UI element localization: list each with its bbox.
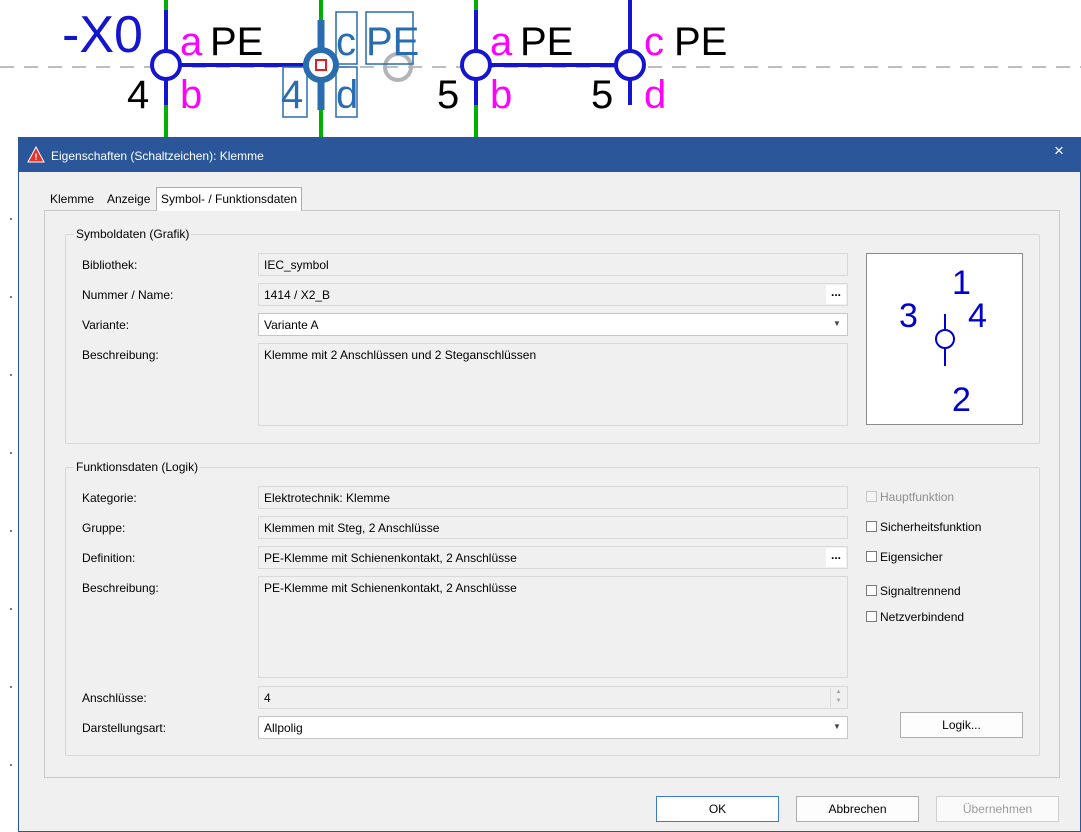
checkbox-label: Hauptfunktion (880, 490, 955, 504)
symbol-data-group: Symboldaten (Grafik) Bibliothek: IEC_sym… (65, 227, 1040, 444)
representation-select[interactable]: Allpolig ▼ (258, 716, 848, 739)
pin-label: 2 (952, 381, 971, 419)
strip-label: -X0 (62, 6, 143, 64)
pin-label: 4 (968, 297, 987, 335)
representation-label: Darstellungsart: (82, 721, 167, 735)
schematic-canvas[interactable]: -X0 4 4 5 5 a b c d a b c d PE PE PE PE (0, 0, 1081, 140)
definition-value: PE-Klemme mit Schienenkontakt, 2 Anschlü… (264, 551, 517, 565)
close-icon: × (1054, 141, 1064, 160)
group-title: Funktionsdaten (Logik) (74, 460, 201, 474)
connection-letter: a (180, 20, 203, 64)
connection-letter: d (644, 73, 666, 117)
checkbox-label: Netzverbindend (880, 610, 965, 624)
pin-label: 3 (899, 297, 918, 335)
pe-label: PE (520, 20, 573, 64)
terminal-circle (460, 49, 492, 81)
network-connecting-checkbox[interactable]: Netzverbindend (866, 610, 964, 626)
safety-function-checkbox[interactable]: Sicherheitsfunktion (866, 520, 981, 536)
app-warning-icon: ! (27, 146, 45, 163)
chevron-down-icon: ▼ (833, 319, 841, 328)
terminal-number: 5 (437, 73, 459, 117)
category-field: Elektrotechnik: Klemme (258, 486, 848, 509)
logic-button[interactable]: Logik... (900, 712, 1023, 738)
terminal-number: 5 (591, 73, 613, 117)
connection-letter: b (490, 73, 512, 117)
properties-dialog: ! Eigenschaften (Schaltzeichen): Klemme … (18, 137, 1081, 832)
connections-spinner: ▲ ▼ (830, 688, 846, 707)
function-description-label: Beschreibung: (82, 581, 159, 595)
symbol-description-label: Beschreibung: (82, 348, 159, 362)
terminal-number: 4 (127, 73, 149, 117)
connection-letter: a (490, 20, 513, 64)
checkbox-box[interactable] (866, 551, 877, 562)
symbol-description-field: Klemme mit 2 Anschlüssen und 2 Stegansch… (258, 343, 848, 426)
variant-label: Variante: (82, 318, 130, 332)
connections-spinbox: 4 ▲ ▼ (258, 686, 848, 709)
terminal-number: 4 (281, 73, 303, 117)
tab-symbol-function-data[interactable]: Symbol- / Funktionsdaten (156, 187, 303, 211)
pe-label: PE (210, 20, 263, 64)
ok-button[interactable]: OK (656, 796, 779, 822)
main-function-checkbox: Hauptfunktion (866, 490, 954, 506)
variant-value: Variante A (264, 318, 319, 332)
definition-field: PE-Klemme mit Schienenkontakt, 2 Anschlü… (258, 546, 848, 569)
intrinsically-safe-checkbox[interactable]: Eigensicher (866, 550, 943, 566)
pe-label: PE (674, 20, 727, 64)
definition-label: Definition: (82, 551, 136, 565)
group-label: Gruppe: (82, 521, 126, 535)
representation-value: Allpolig (264, 721, 303, 735)
signal-isolating-checkbox[interactable]: Signaltrennend (866, 584, 961, 600)
terminal-circle (150, 49, 182, 81)
terminal-circle (614, 49, 646, 81)
checkbox-box[interactable] (866, 521, 877, 532)
function-description-field: PE-Klemme mit Schienenkontakt, 2 Anschlü… (258, 576, 848, 678)
apply-button[interactable]: Übernehmen (936, 796, 1059, 822)
schematic-drawing: -X0 4 4 5 5 a b c d a b c d PE PE PE PE (0, 0, 1081, 140)
number-name-field: 1414 / X2_B ... (258, 283, 848, 306)
connections-label: Anschlüsse: (82, 691, 147, 705)
chevron-down-icon: ▼ (833, 722, 841, 731)
tab-anzeige[interactable]: Anzeige (103, 190, 154, 210)
connection-letter: b (180, 73, 202, 117)
connection-letter: d (336, 73, 358, 117)
close-button[interactable]: × (1046, 140, 1072, 164)
symbol-preview: 1 2 3 4 (866, 253, 1023, 425)
spin-up-icon: ▲ (835, 689, 842, 695)
connection-letter: c (336, 20, 356, 64)
definition-browse-button[interactable]: ... (826, 548, 846, 567)
checkbox-box[interactable] (866, 585, 877, 596)
number-name-browse-button[interactable]: ... (826, 285, 846, 304)
connections-value: 4 (264, 691, 271, 705)
tab-panel: Symboldaten (Grafik) Bibliothek: IEC_sym… (44, 210, 1060, 778)
cancel-button[interactable]: Abbrechen (796, 796, 919, 822)
connection-letter: c (644, 20, 664, 64)
checkbox-label: Sicherheitsfunktion (880, 520, 982, 534)
category-label: Kategorie: (82, 491, 137, 505)
pe-label: PE (366, 20, 419, 64)
checkbox-label: Eigensicher (880, 550, 943, 564)
group-field: Klemmen mit Steg, 2 Anschlüsse (258, 516, 848, 539)
tab-klemme[interactable]: Klemme (46, 190, 98, 210)
number-name-label: Nummer / Name: (82, 288, 174, 302)
function-data-group: Funktionsdaten (Logik) Kategorie: Elektr… (65, 460, 1040, 756)
terminal-symbol-graphic: 1 2 3 4 (899, 264, 987, 419)
number-name-value: 1414 / X2_B (264, 288, 331, 302)
checkbox-box (866, 491, 877, 502)
selection-handle (315, 59, 327, 71)
dialog-title: Eigenschaften (Schaltzeichen): Klemme (51, 149, 264, 163)
group-title: Symboldaten (Grafik) (74, 227, 192, 241)
checkbox-label: Signaltrennend (880, 584, 961, 598)
svg-text:!: ! (35, 152, 38, 162)
checkbox-box[interactable] (866, 611, 877, 622)
dialog-titlebar[interactable]: ! Eigenschaften (Schaltzeichen): Klemme … (19, 138, 1080, 172)
library-field: IEC_symbol (258, 253, 848, 276)
spin-down-icon: ▼ (835, 698, 842, 704)
library-label: Bibliothek: (82, 258, 138, 272)
variant-select[interactable]: Variante A ▼ (258, 313, 848, 336)
